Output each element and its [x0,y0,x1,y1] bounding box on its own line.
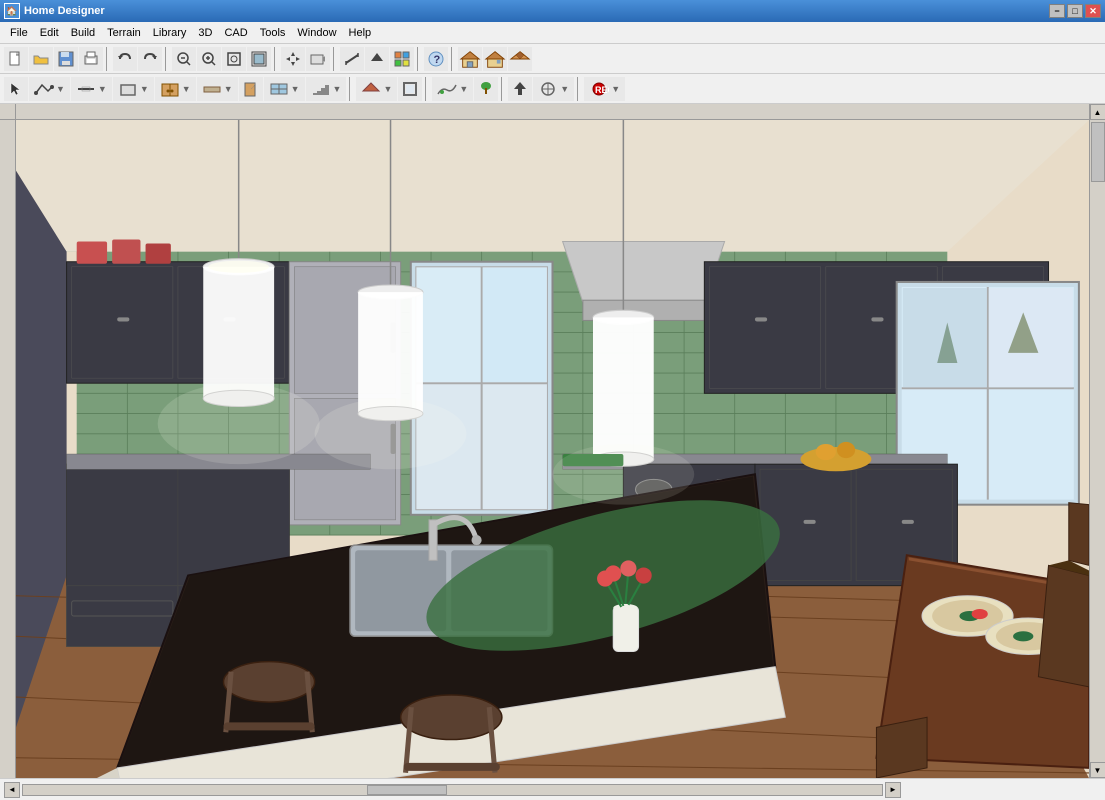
box-tool[interactable]: ▼ [113,77,154,101]
menu-window[interactable]: Window [291,25,342,41]
menu-tools[interactable]: Tools [254,25,292,41]
menu-3d[interactable]: 3D [192,25,218,41]
draw-line-tool[interactable]: ▼ [71,77,112,101]
help-button[interactable]: ? [424,47,448,71]
arrow-up-tool[interactable] [508,77,532,101]
up-arrow-button[interactable] [365,47,389,71]
open-button[interactable] [29,47,53,71]
redo-button[interactable] [138,47,162,71]
scroll-v-track[interactable] [1090,120,1105,762]
draw-polyline-tool[interactable]: ▼ [29,77,70,101]
undo-button[interactable] [113,47,137,71]
sep1 [106,47,110,71]
door-tool[interactable] [239,77,263,101]
maximize-button[interactable]: □ [1067,4,1083,18]
scroll-left-button[interactable]: ◄ [4,782,20,798]
sep6 [451,47,455,71]
ruler-corner [0,104,15,120]
sep3 [274,47,278,71]
app-icon: 🏠 [4,3,20,19]
new-button[interactable] [4,47,28,71]
sep10 [577,77,581,101]
plant-tool[interactable] [474,77,498,101]
cabinet-tool[interactable]: ▼ [155,77,196,101]
menu-cad[interactable]: CAD [218,25,253,41]
title-bar: 🏠 Home Designer − □ ✕ [0,0,1105,22]
toolbar-row-2: ▼ ▼ ▼ ▼ ▼ ▼ ▼ ▼ ▼ [0,74,1105,104]
menu-bar: File Edit Build Terrain Library 3D CAD T… [0,22,1105,44]
sep5 [417,47,421,71]
select-tool[interactable] [4,77,28,101]
house-side-button[interactable] [458,47,482,71]
zoom-out-button[interactable] [172,47,196,71]
menu-help[interactable]: Help [343,25,378,41]
record-button[interactable]: REC ▼ [584,77,625,101]
scroll-h-track[interactable] [22,784,883,796]
ruler-left [0,104,16,778]
minimize-button[interactable]: − [1049,4,1065,18]
ruler-top [16,104,1089,120]
materials-button[interactable] [390,47,414,71]
menu-build[interactable]: Build [65,25,101,41]
wall-tool[interactable]: ▼ [197,77,238,101]
main-area: ▲ ▼ [0,104,1105,778]
sep4 [333,47,337,71]
sep9 [501,77,505,101]
menu-file[interactable]: File [4,25,34,41]
sep7 [349,77,353,101]
scroll-h-thumb[interactable] [367,785,447,795]
close-button[interactable]: ✕ [1085,4,1101,18]
status-bar: ◄ ► [0,778,1105,800]
zoom-window-button[interactable] [222,47,246,71]
house-3d-button[interactable] [483,47,507,71]
stair-tool[interactable]: ▼ [306,77,347,101]
sep2 [165,47,169,71]
roof-tool[interactable]: ▼ [356,77,397,101]
canvas-area[interactable] [16,104,1089,778]
menu-terrain[interactable]: Terrain [101,25,147,41]
kitchen-3d-view[interactable] [16,120,1089,778]
toolbar-row-1: ? [0,44,1105,74]
save-button[interactable] [54,47,78,71]
svg-text:REC: REC [595,85,609,95]
scrollbar-horizontal[interactable]: ◄ ► [4,782,901,798]
house-top-button[interactable] [508,47,532,71]
menu-library[interactable]: Library [147,25,193,41]
sep8 [425,77,429,101]
select-camera-button[interactable] [306,47,330,71]
room-tool[interactable] [398,77,422,101]
scroll-v-thumb[interactable] [1091,122,1105,182]
scroll-up-button[interactable]: ▲ [1090,104,1105,120]
window-controls: − □ ✕ [1049,4,1101,18]
terrain-tool[interactable]: ▼ [432,77,473,101]
zoom-in-button[interactable] [197,47,221,71]
menu-edit[interactable]: Edit [34,25,65,41]
scroll-down-button[interactable]: ▼ [1090,762,1105,778]
scrollbar-vertical[interactable]: ▲ ▼ [1089,104,1105,778]
window-tool[interactable]: ▼ [264,77,305,101]
pan-button[interactable] [281,47,305,71]
measure-button[interactable] [340,47,364,71]
zoom-fit-button[interactable] [247,47,271,71]
print-button[interactable] [79,47,103,71]
transform-tool[interactable]: ▼ [533,77,574,101]
window-title: Home Designer [24,5,1049,17]
scroll-right-button[interactable]: ► [885,782,901,798]
svg-text:?: ? [434,54,441,66]
